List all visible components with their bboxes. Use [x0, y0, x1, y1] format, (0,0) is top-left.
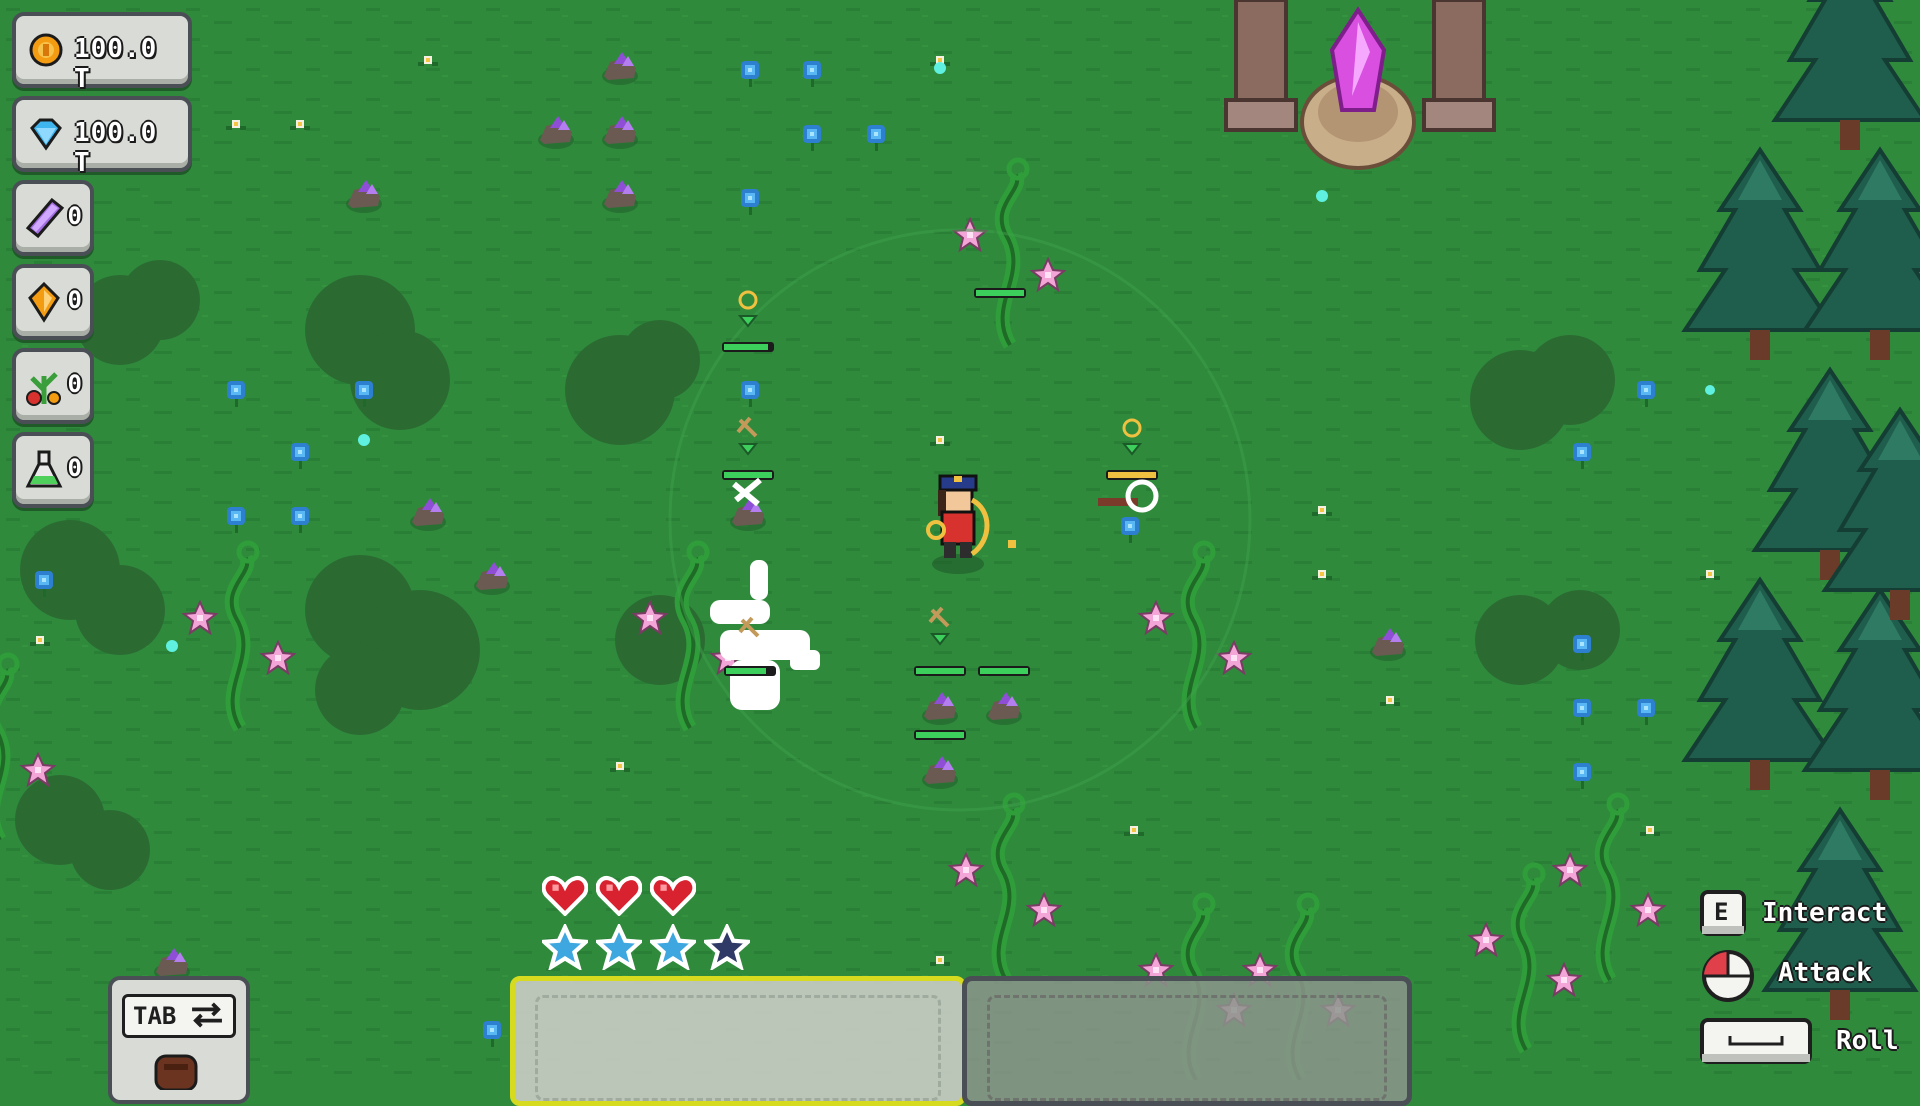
- star-partial-icon: [704, 924, 750, 970]
- e-key-label: E: [1714, 898, 1729, 926]
- heart-full-icon: [542, 875, 588, 916]
- character-portrait-icon: [154, 1054, 198, 1090]
- hotbar-slot-2[interactable]: [962, 976, 1412, 1106]
- health-hearts: [542, 874, 722, 918]
- hint-interact: E Interact: [1700, 890, 1906, 936]
- inventory-slot-crystal: 0: [12, 180, 94, 256]
- inventory-slot-plant: 0: [12, 348, 94, 424]
- menu-tab-button[interactable]: TAB: [108, 976, 250, 1104]
- purple-crystal-icon: [25, 197, 65, 239]
- star-full-icon: [596, 924, 642, 970]
- coin-icon: [29, 33, 63, 67]
- potion-flask-icon: [25, 450, 63, 488]
- potion-count: 0: [67, 454, 82, 482]
- star-full-icon: [650, 924, 696, 970]
- amber-count: 0: [67, 286, 82, 314]
- game-world[interactable]: [0, 0, 1920, 1080]
- amber-gem-icon: [28, 281, 60, 323]
- spacebar-icon: [1700, 1018, 1812, 1064]
- plant-bundle-icon: [26, 372, 61, 406]
- swap-arrows-icon: [192, 1002, 222, 1028]
- mouse-icon: [1702, 950, 1754, 1002]
- heart-full-icon: [596, 875, 642, 916]
- diamond-counter: 100.0 T: [12, 96, 192, 178]
- tab-key-label: TAB: [133, 1002, 177, 1030]
- plant-count: 0: [67, 370, 82, 398]
- stamina-stars: [542, 924, 762, 970]
- coin-value: 100.0 T: [74, 34, 158, 94]
- interact-label: Interact: [1762, 898, 1888, 928]
- hotbar-slot-1[interactable]: [510, 976, 966, 1106]
- inventory-slot-potion: 0: [12, 432, 94, 508]
- star-full-icon: [542, 924, 588, 970]
- roll-label: Roll: [1836, 1026, 1899, 1056]
- hint-roll: Roll: [1700, 1018, 1906, 1064]
- tab-key: TAB: [122, 994, 236, 1038]
- coin-counter: 100.0 T: [12, 12, 192, 94]
- hint-attack: Attack: [1700, 950, 1906, 1002]
- diamond-value: 100.0 T: [74, 118, 158, 178]
- crystal-count: 0: [67, 202, 82, 230]
- heart-full-icon: [650, 875, 696, 916]
- inventory-slot-amber: 0: [12, 264, 94, 340]
- diamond-icon: [30, 118, 62, 151]
- attack-label: Attack: [1778, 958, 1872, 988]
